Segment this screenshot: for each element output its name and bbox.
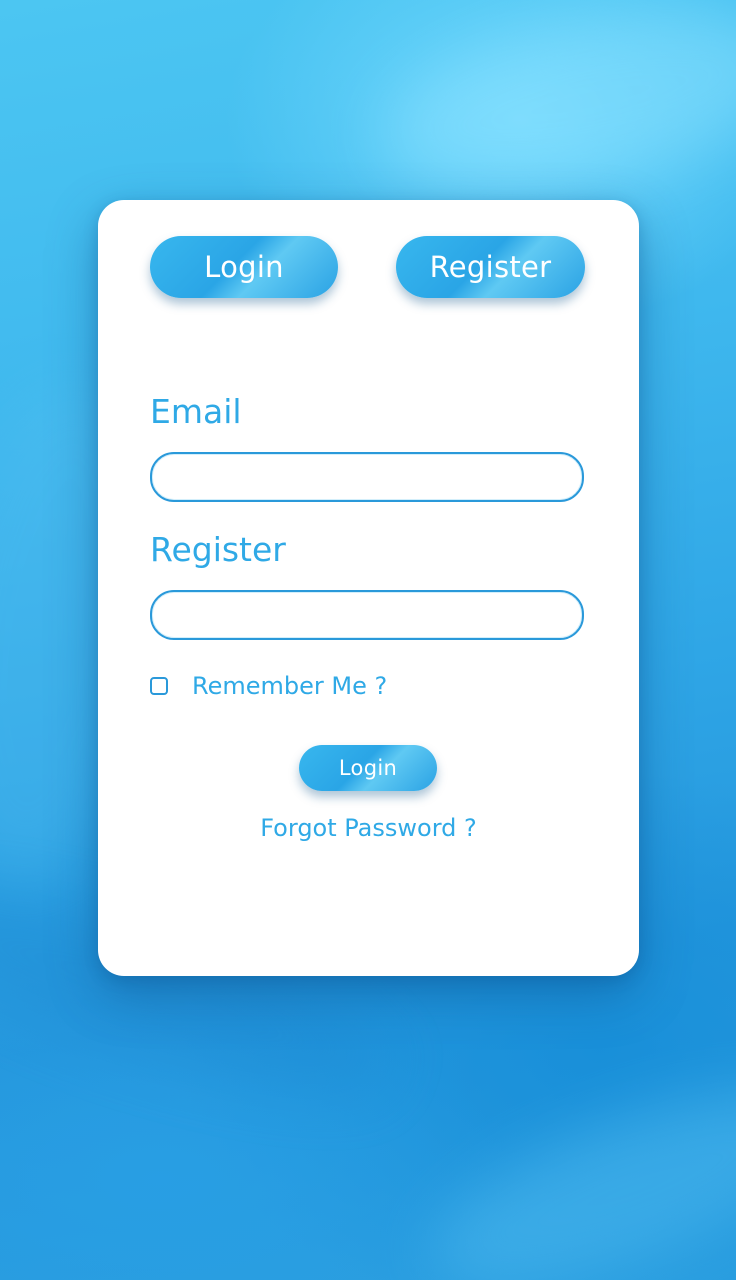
remember-me-label[interactable]: Remember Me ? [192,672,387,700]
login-submit-button[interactable]: Login [299,745,437,791]
background-light-streak [408,1052,736,1280]
remember-me-row: Remember Me ? [150,672,387,700]
login-card: Login Register Email Register Remember M… [98,200,639,976]
background-light-streak [367,0,736,222]
email-label: Email [150,392,242,431]
register-label: Register [150,530,286,569]
register-field[interactable] [150,590,584,640]
forgot-password-link[interactable]: Forgot Password ? [98,814,639,842]
remember-me-checkbox[interactable] [150,677,168,695]
tab-login[interactable]: Login [150,236,338,298]
email-field[interactable] [150,452,584,502]
tab-register[interactable]: Register [396,236,585,298]
